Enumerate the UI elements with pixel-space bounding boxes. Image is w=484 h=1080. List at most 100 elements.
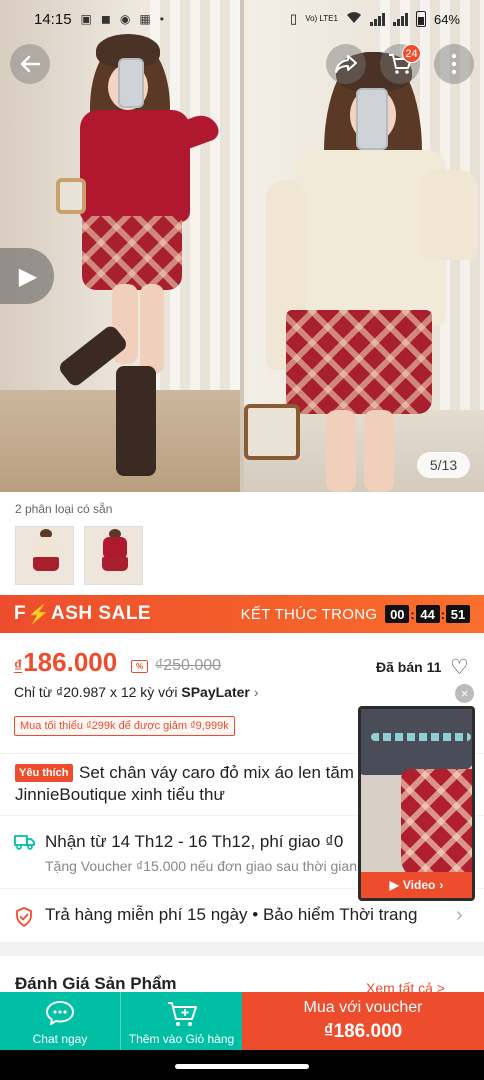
chat-now-label: Chat ngay [32,1032,88,1046]
model-left-phone [118,58,144,108]
signal-icon [369,12,385,26]
buy-with-voucher-button[interactable]: Mua với voucher ₫186.000 [242,992,484,1050]
video-sweater-stripe [371,733,471,741]
wifi-icon [346,11,362,27]
reviews-section: Đánh Giá Sản Phẩm Xem tất cả > [0,956,484,992]
reviews-title: Đánh Giá Sản Phẩm [15,974,177,992]
model-right-leg-a [326,410,356,492]
timer-sep: : [410,606,415,622]
timer-hours: 00 [385,605,410,623]
current-price: ₫ 186.000 [14,647,117,678]
variant-thumb-red[interactable] [84,526,143,585]
min-order-voucher-tag[interactable]: Mua tối thiểu ₫299k để được giảm ₫9,999k [14,716,235,736]
model-left-leg-b [140,284,164,374]
thumb-skirt [102,557,128,571]
model-left-boot-b [116,366,156,476]
video-play-icon: ▶ [389,878,399,892]
chevron-right-icon: › [439,878,444,892]
video-label-bar: ▶ Video › [361,872,472,898]
old-price: ₫250.000 [155,657,222,674]
battery-icon [415,11,426,27]
flash-sale-title: F ⚡ ASH SALE [14,603,151,625]
installment-text: Chỉ từ ₫20.987 x 12 kỳ với [14,684,182,700]
more-icon [451,53,457,75]
shipping-voucher-note: Tặng Voucher ₫15.000 nếu đơn giao sau th… [45,858,389,874]
sold-count: Đã bán 11 [376,659,442,675]
timer-sep: : [440,606,445,622]
section-divider [0,942,484,956]
model-left-skirt [82,216,182,290]
battery-percent: 64% [433,11,460,27]
product-title-line1: Set chân váy caro đỏ mix áo len tăm [79,763,354,782]
chevron-right-icon: › [253,684,259,700]
add-cart-icon [167,1002,197,1026]
timer-seconds: 51 [446,605,470,623]
model-right-leg-b [364,410,394,492]
share-button[interactable] [326,44,366,84]
app-icon: ◉ [119,12,131,26]
back-arrow-icon [20,55,41,73]
status-right: ▯ Vo) LTE1 64% [290,11,460,27]
image-page-counter: 5/13 [417,452,470,478]
status-left: 14:15 ▣ ◼ ◉ ▦ • [34,11,164,28]
timer-minutes: 44 [415,605,440,623]
model-left-bag [56,178,86,214]
favorite-badge: Yêu thích [15,764,73,782]
model-right-bag [244,404,300,460]
add-to-cart-label: Thêm vào Giỏ hàng [128,1032,235,1046]
play-video-button[interactable]: ▶ [0,248,54,304]
mail-icon: ◼ [100,12,111,26]
thumb-top [103,537,127,559]
product-title-line2: JinnieBoutique xinh tiểu thư [15,785,225,804]
status-bar: 14:15 ▣ ◼ ◉ ▦ • ▯ Vo) LTE1 64% [0,0,484,38]
return-policy-text: Trả hàng miễn phí 15 ngày • Bảo hiểm Thờ… [45,905,418,924]
back-button[interactable] [10,44,50,84]
chevron-right-icon: › [456,904,463,926]
current-price-value: 186.000 [23,647,118,677]
model-right-sleeve-2 [420,170,478,260]
buy-price: ₫186.000 [323,1021,403,1042]
video-skirt [401,769,472,879]
chat-icon [46,1001,74,1025]
buy-with-voucher-label: Mua với voucher [303,999,423,1016]
play-icon: ▶ [18,262,38,290]
vibrate-icon: ▯ [290,11,298,26]
reviews-see-all-link[interactable]: Xem tất cả > [366,980,445,992]
variants-label: 2 phân loại có sẵn [15,502,113,516]
status-time: 14:15 [34,10,72,28]
model-left-top [80,110,190,222]
installment-info[interactable]: Chỉ từ ₫20.987 x 12 kỳ với SPayLater › [14,684,259,700]
close-icon: × [460,686,469,701]
floating-video-preview[interactable]: ▶ Video › [358,706,475,901]
variant-thumb-cream[interactable] [15,526,74,585]
model-right-skirt [286,310,432,414]
flash-sale-bar[interactable]: F ⚡ ASH SALE KẾT THÚC TRONG 00 : 44 : 51 [0,595,484,633]
model-right-phone [356,88,388,150]
momo-icon: ▦ [139,12,151,26]
network-label: Vo) LTE1 [305,14,338,23]
bottom-action-bar: Chat ngay Thêm vào Giỏ hàng Mua với vouc… [0,992,484,1050]
flash-sale-ends-label: KẾT THÚC TRONG [240,605,378,623]
flash-title-f: F [14,603,27,624]
shield-icon [16,907,32,927]
system-nav-area [0,1050,484,1080]
truck-icon [14,835,35,850]
bolt-icon: ⚡ [27,603,51,624]
variants-section: 2 phân loại có sẵn [0,492,484,594]
heart-icon[interactable]: ♡ [450,655,469,680]
flash-title-rest: ASH SALE [51,603,152,624]
video-label: Video [402,878,436,892]
chat-now-button[interactable]: Chat ngay [0,992,121,1050]
price-tag-icon: % [131,660,148,673]
home-indicator[interactable] [175,1064,309,1069]
more-button[interactable] [434,44,474,84]
thumb-skirt [33,557,59,571]
dot-icon: • [159,12,164,26]
add-to-cart-button[interactable]: Thêm vào Giỏ hàng [121,992,242,1050]
close-video-button[interactable]: × [455,684,474,703]
signal-2-icon [392,12,408,26]
thumb-top [34,537,58,559]
currency-symbol: ₫ [14,658,23,675]
notification-icon: ▣ [80,12,92,26]
installment-brand: SPayLater [181,684,250,700]
